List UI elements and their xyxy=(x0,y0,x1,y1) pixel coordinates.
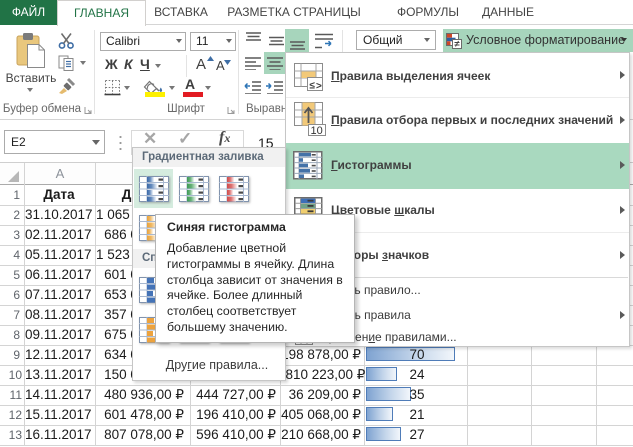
svg-text:10: 10 xyxy=(311,125,323,137)
svg-text:≤: ≤ xyxy=(310,81,316,92)
svg-text:>: > xyxy=(316,81,322,92)
